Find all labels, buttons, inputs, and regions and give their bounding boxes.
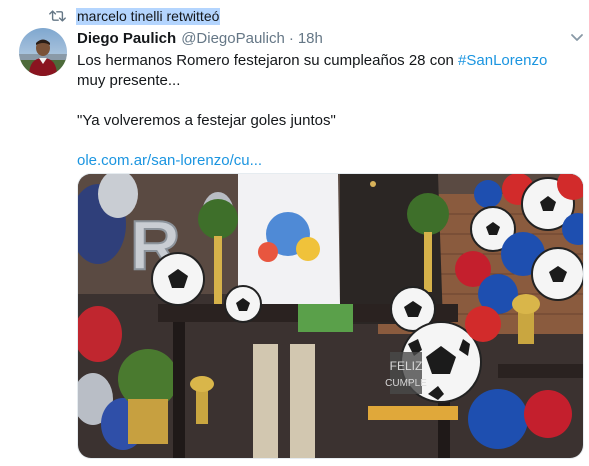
soccer-ball-icon [151,252,205,306]
avatar[interactable] [19,28,67,76]
media-photo[interactable]: R FELIZ CUMPLE [77,173,584,459]
tweet-text: Los hermanos Romero festejaron su cumple… [77,51,577,171]
article-link[interactable]: ole.com.ar/san-lorenzo/cu... [77,152,262,169]
chevron-down-icon[interactable] [570,33,584,43]
timestamp[interactable]: 18h [298,30,323,47]
avatar-image [19,28,67,76]
separator: · [288,29,294,47]
tweet-line-2: muy presente... [77,72,181,89]
retweet-icon [49,10,66,22]
retweet-context: marcelo tinelli retwitteó [49,6,221,26]
tweet[interactable]: marcelo tinelli retwitteó Diego Paulich … [0,0,589,466]
tweet-line-1-text: Los hermanos Romero festejaron su cumple… [77,52,459,69]
cake-text-2: CUMPLE [385,378,427,389]
hashtag-link[interactable]: #SanLorenzo [458,52,547,69]
retweet-text[interactable]: marcelo tinelli retwitteó [76,7,221,25]
party-photo: R FELIZ CUMPLE [78,174,583,458]
tweet-quote: "Ya volveremos a festejar goles juntos" [77,112,336,129]
handle[interactable]: @DiegoPaulich [181,30,285,47]
blank-line-2 [77,131,577,151]
cake-text-1: FELIZ [390,359,423,373]
display-name[interactable]: Diego Paulich [77,30,176,47]
tweet-line-1: Los hermanos Romero festejaron su cumple… [77,51,577,71]
tweet-header: Diego Paulich @DiegoPaulich · 18h [77,28,577,48]
